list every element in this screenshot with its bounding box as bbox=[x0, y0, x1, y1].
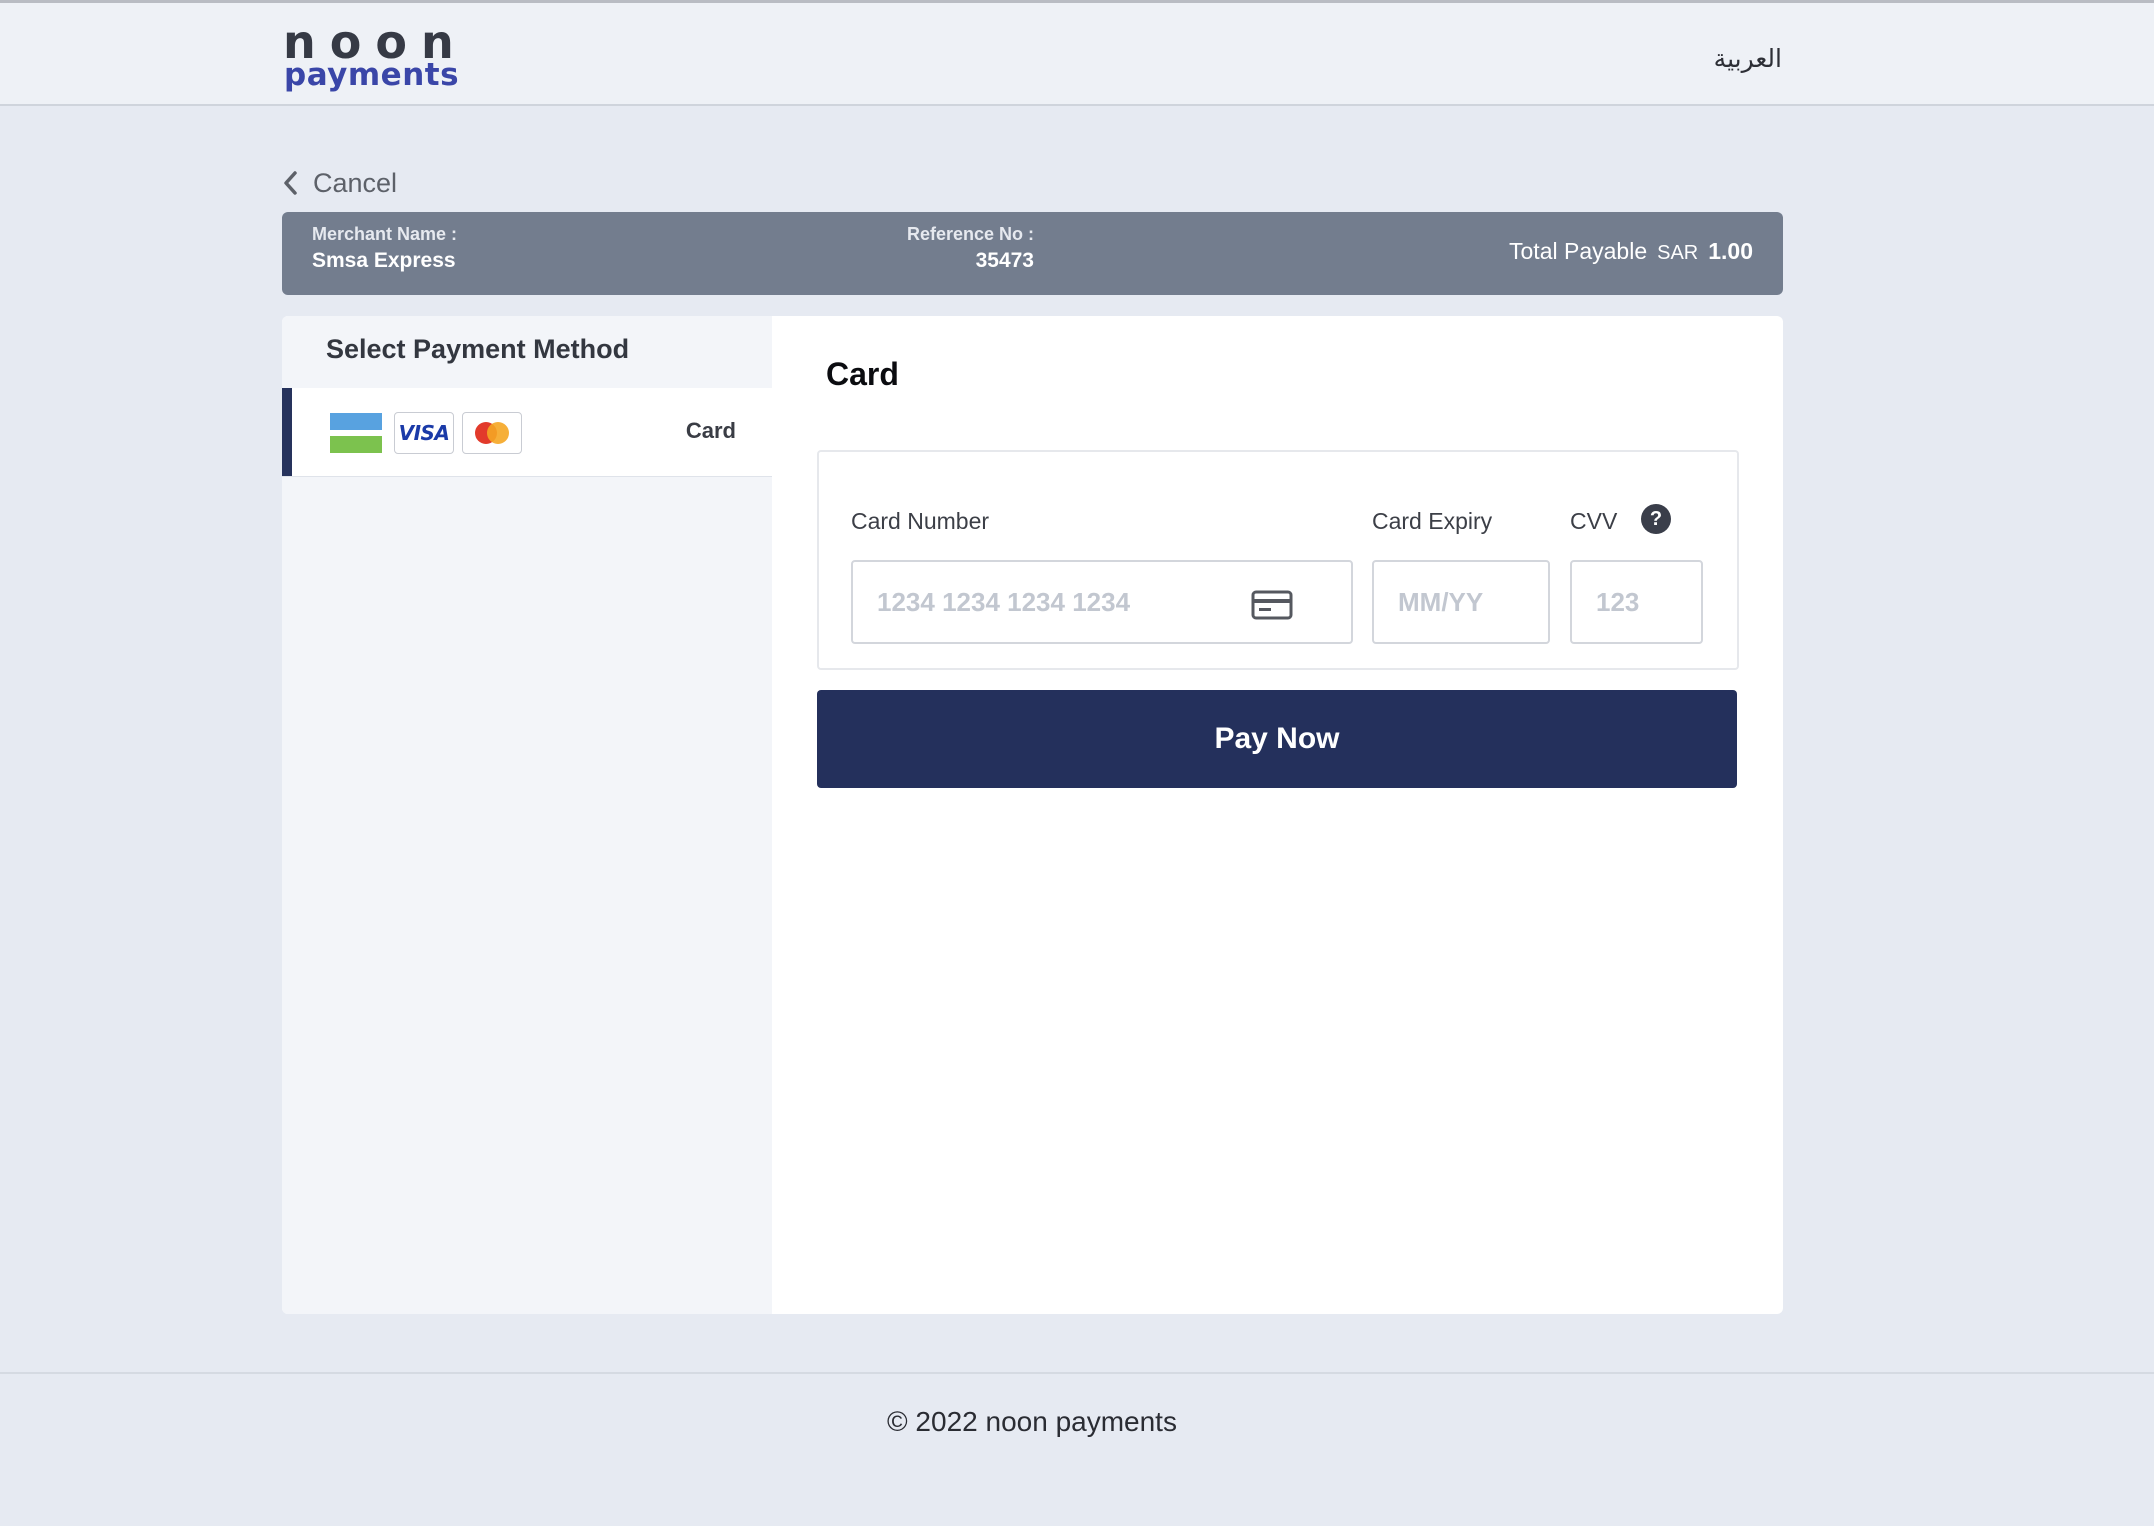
logo-payments-text: payments bbox=[284, 57, 460, 93]
cvv-placeholder: 123 bbox=[1596, 586, 1640, 617]
total-payable: Total Payable SAR 1.00 bbox=[1509, 238, 1753, 265]
visa-icon: VISA bbox=[394, 412, 454, 454]
total-amount: 1.00 bbox=[1708, 238, 1753, 264]
card-number-input[interactable]: 1234 1234 1234 1234 bbox=[851, 560, 1353, 644]
noon-payments-logo: noon payments bbox=[283, 17, 459, 97]
card-expiry-placeholder: MM/YY bbox=[1398, 586, 1484, 617]
cancel-label: Cancel bbox=[313, 167, 398, 198]
site-footer: © 2022 noon payments bbox=[0, 1372, 2154, 1526]
currency-code: SAR bbox=[1657, 242, 1699, 264]
card-number-label: Card Number bbox=[851, 508, 990, 534]
visa-icon-text: VISA bbox=[398, 421, 450, 445]
total-payable-label: Total Payable bbox=[1509, 238, 1648, 264]
order-summary-bar: Merchant Name : Smsa Express Reference N… bbox=[282, 212, 1783, 295]
payment-method-sidebar: Select Payment Method VISA Card bbox=[282, 316, 772, 1314]
generic-card-icon bbox=[330, 413, 382, 453]
language-switch-link[interactable]: العربية bbox=[1714, 39, 1782, 79]
card-number-placeholder: 1234 1234 1234 1234 bbox=[877, 586, 1131, 617]
card-details-box: Card Number Card Expiry CVV ? 1234 1234 … bbox=[817, 450, 1739, 670]
selected-indicator bbox=[282, 388, 292, 476]
mastercard-icon bbox=[462, 412, 522, 454]
card-expiry-input[interactable]: MM/YY bbox=[1372, 560, 1550, 644]
copyright-text: © 2022 noon payments bbox=[887, 1406, 1177, 1437]
card-form-title: Card bbox=[826, 356, 899, 392]
cvv-label: CVV bbox=[1570, 508, 1618, 534]
payment-panel: Select Payment Method VISA Card Card Car… bbox=[282, 316, 1783, 1314]
reference-no-value: 35473 bbox=[975, 249, 1034, 272]
payment-method-label: Card bbox=[685, 418, 736, 443]
mastercard-circles bbox=[475, 422, 509, 444]
merchant-name-value: Smsa Express bbox=[312, 249, 456, 272]
credit-card-icon bbox=[1251, 590, 1293, 620]
cvv-help-icon[interactable]: ? bbox=[1641, 504, 1671, 534]
chevron-left-icon bbox=[284, 171, 297, 195]
cancel-link[interactable]: Cancel bbox=[283, 165, 397, 201]
card-payment-form: Card Card Number Card Expiry CVV ? 1234 … bbox=[772, 316, 1783, 1314]
reference-no-label: Reference No : bbox=[906, 224, 1034, 244]
site-header: noon payments العربية bbox=[0, 3, 2154, 106]
pay-now-button[interactable]: Pay Now bbox=[817, 690, 1737, 788]
select-payment-method-title: Select Payment Method bbox=[326, 334, 630, 364]
cvv-input[interactable]: 123 bbox=[1570, 560, 1703, 644]
payment-method-card[interactable]: VISA Card bbox=[282, 388, 772, 477]
card-expiry-label: Card Expiry bbox=[1372, 508, 1493, 534]
merchant-name-label: Merchant Name : bbox=[312, 224, 458, 244]
